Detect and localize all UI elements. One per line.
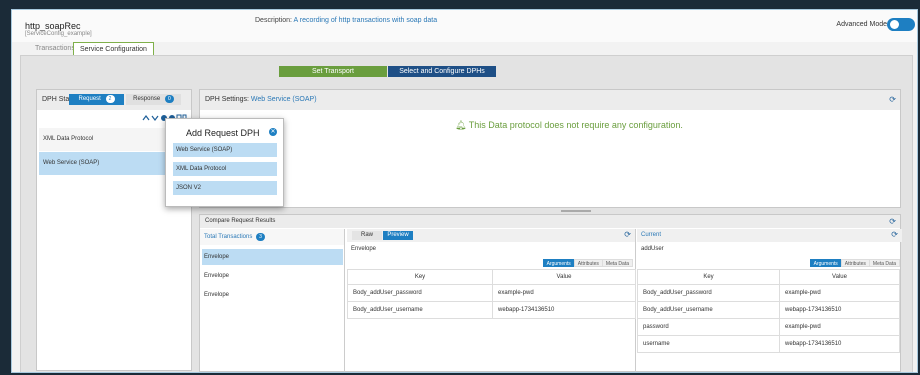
no-config-message: 🔔︎ This Data protocol does not require a…: [455, 120, 683, 131]
description-text[interactable]: A recording of http transactions with so…: [294, 17, 438, 24]
refresh-icon[interactable]: ⟳: [891, 230, 898, 239]
dph-stack-header: DPH Stack Request 2 Response 0: [37, 90, 191, 110]
close-icon[interactable]: ✕: [269, 128, 277, 136]
dph-settings-label: DPH Settings:: [205, 96, 249, 103]
total-transactions-label: Total Transactions: [204, 234, 253, 240]
refresh-icon[interactable]: ⟳: [889, 217, 896, 226]
request-label: Request: [78, 96, 101, 102]
description-label: Description:: [255, 17, 292, 24]
no-config-text: This Data protocol does not require any …: [468, 120, 683, 130]
preview-table: Key Value Body_addUser_password example-…: [347, 269, 636, 319]
table-row: username webapp-1734136510: [637, 335, 900, 353]
raw-button[interactable]: Raw: [352, 231, 382, 240]
table-row: password example-pwd: [637, 318, 900, 336]
value-cell: example-pwd: [492, 284, 636, 302]
tab-arguments[interactable]: Arguments: [809, 259, 842, 267]
table-header-row: Key Value: [637, 269, 900, 285]
key-cell: password: [637, 318, 780, 336]
value-cell: webapp-1734136510: [779, 335, 900, 353]
key-cell: Body_addUser_username: [347, 301, 493, 319]
compare-header: Compare Request Results ⟳: [200, 215, 900, 228]
dph-settings-panel: DPH Settings: Web Service (SOAP) ⟳ 🔔︎ Th…: [199, 89, 901, 208]
tab-attributes[interactable]: Attributes: [840, 259, 870, 267]
tab-attributes[interactable]: Attributes: [573, 259, 603, 267]
compare-title: Compare Request Results: [205, 218, 276, 224]
value-cell: example-pwd: [779, 284, 900, 302]
compare-request-results-panel: Compare Request Results ⟳ Total Transact…: [199, 214, 902, 372]
dph-option-xml-data-protocol[interactable]: XML Data Protocol: [173, 162, 277, 176]
bell-icon: 🔔︎: [455, 120, 467, 130]
set-transport-button[interactable]: Set Transport: [279, 66, 387, 77]
preview-subtabs: Arguments Attributes Meta Data: [542, 259, 633, 267]
total-transactions-badge: 3: [256, 233, 266, 241]
response-toggle-button[interactable]: Response 0: [126, 94, 181, 105]
value-column-header: Value: [779, 269, 900, 285]
preview-button[interactable]: Preview: [383, 231, 413, 240]
toggle-knob: [890, 20, 899, 29]
tab-arguments[interactable]: Arguments: [542, 259, 575, 267]
key-cell: username: [637, 335, 780, 353]
transaction-row[interactable]: Envelope: [202, 249, 343, 265]
transaction-row[interactable]: Envelope: [202, 287, 343, 303]
configure-dphs-button[interactable]: Select and Configure DPHs: [388, 66, 496, 77]
value-cell: webapp-1734136510: [779, 301, 900, 319]
refresh-icon[interactable]: ⟳: [624, 230, 631, 239]
current-subtabs: Arguments Attributes Meta Data: [809, 259, 900, 267]
description: Description: A recording of http transac…: [255, 17, 437, 24]
dph-option-web-service-soap[interactable]: Web Service (SOAP): [173, 143, 277, 157]
app-window: http_soapRec [ServiceConfig_example] Des…: [11, 9, 918, 373]
table-header-row: Key Value: [347, 269, 636, 285]
current-table: Key Value Body_addUser_password example-…: [637, 269, 900, 353]
preview-column: Raw Preview ⟳ Envelope Arguments Attribut…: [347, 229, 636, 372]
move-down-icon: [151, 115, 159, 121]
current-header: Current ⟳: [637, 229, 902, 242]
header-bar: http_soapRec [ServiceConfig_example] Des…: [12, 10, 917, 42]
tab-meta-data[interactable]: Meta Data: [868, 259, 900, 267]
current-label: Current: [641, 232, 662, 238]
key-cell: Body_addUser_password: [637, 284, 780, 302]
refresh-icon[interactable]: ⟳: [889, 95, 896, 104]
service-configuration-panel: Set Transport Select and Configure DPHs …: [20, 55, 913, 372]
value-cell: example-pwd: [779, 318, 900, 336]
dph-settings-name: Web Service (SOAP): [250, 96, 317, 103]
popup-title: Add Request DPH: [186, 128, 260, 138]
key-column-header: Key: [637, 269, 780, 285]
dph-settings-title: DPH Settings: Web Service (SOAP): [205, 96, 317, 103]
dph-option-json-v2[interactable]: JSON V2: [173, 181, 277, 195]
dph-settings-header: DPH Settings: Web Service (SOAP) ⟳: [200, 90, 900, 110]
key-cell: Body_addUser_username: [637, 301, 780, 319]
app-subtitle: [ServiceConfig_example]: [25, 31, 92, 37]
table-row: Body_addUser_username webapp-1734136510: [637, 301, 900, 319]
preview-header: Raw Preview ⟳: [347, 229, 635, 242]
request-toggle-button[interactable]: Request 2: [69, 94, 124, 105]
preview-element-name: Envelope: [351, 246, 377, 252]
move-up-icon: [142, 115, 150, 121]
table-row: Body_addUser_password example-pwd: [347, 284, 636, 302]
advanced-mode-toggle[interactable]: [887, 18, 915, 31]
response-count-badge: 0: [164, 95, 174, 103]
response-label: Response: [133, 96, 161, 102]
app-title: http_soapRec: [25, 21, 81, 31]
key-cell: Body_addUser_password: [347, 284, 493, 302]
current-column: Current ⟳ addUser Arguments Attributes Met…: [637, 229, 902, 372]
table-row: Body_addUser_password example-pwd: [637, 284, 900, 302]
table-row: Body_addUser_username webapp-1734136510: [347, 301, 636, 319]
value-column-header: Value: [492, 269, 636, 285]
tab-service-configuration[interactable]: Service Configuration: [73, 42, 154, 55]
current-element-name: addUser: [641, 246, 664, 252]
add-request-dph-popup: Add Request DPH ✕ Web Service (SOAP) XML…: [165, 118, 284, 207]
key-column-header: Key: [347, 269, 493, 285]
advanced-mode-label: Advanced Mode: [836, 21, 887, 28]
total-transactions-header: Total Transactions 3: [200, 229, 344, 245]
transactions-column: Total Transactions 3 Envelope Envelope E…: [200, 229, 345, 372]
transaction-row[interactable]: Envelope: [202, 268, 343, 284]
request-count-badge: 2: [105, 95, 115, 103]
tab-meta-data[interactable]: Meta Data: [601, 259, 633, 267]
panel-splitter[interactable]: [561, 210, 591, 212]
value-cell: webapp-1734136510: [492, 301, 636, 319]
